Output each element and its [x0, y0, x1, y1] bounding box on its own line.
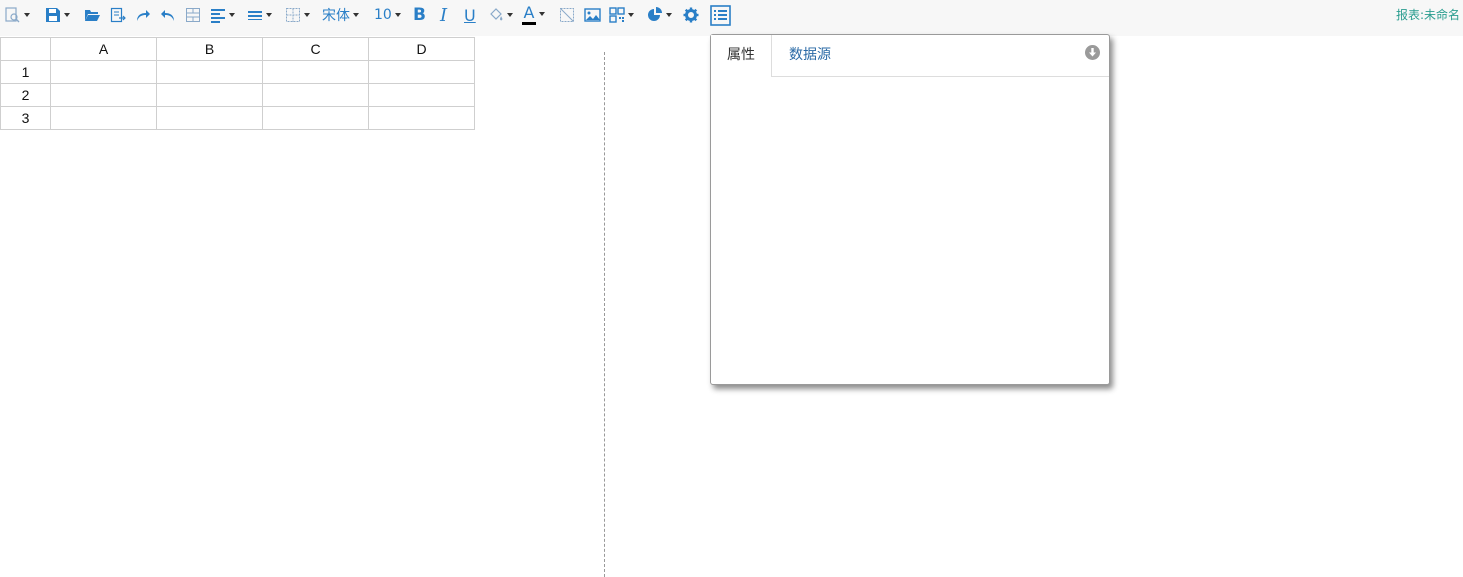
align-button[interactable] — [210, 4, 235, 26]
clear-format-icon — [560, 8, 574, 22]
row-header[interactable]: 2 — [0, 83, 51, 107]
corner-cell[interactable] — [0, 37, 51, 61]
bold-icon: B — [413, 5, 426, 25]
cell[interactable] — [262, 106, 369, 130]
valign-icon — [248, 11, 262, 20]
font-color-swatch — [522, 21, 536, 25]
font-family-label: 宋体 — [322, 8, 350, 24]
italic-button[interactable]: I — [440, 4, 447, 26]
row-header[interactable]: 3 — [0, 106, 51, 130]
chart-icon — [648, 7, 662, 21]
cell[interactable] — [156, 106, 263, 130]
undo-icon — [161, 10, 174, 21]
italic-icon: I — [440, 4, 448, 26]
fill-color-button[interactable] — [488, 4, 513, 26]
column-header-a[interactable]: A — [50, 37, 157, 61]
chevron-down-icon — [64, 13, 70, 17]
cell[interactable] — [262, 83, 369, 107]
panel-tabs: 属性 数据源 — [711, 35, 1109, 77]
merge-cells-icon — [186, 8, 200, 22]
panel-body — [711, 77, 1109, 384]
undo-button[interactable] — [160, 4, 176, 26]
redo-icon — [137, 10, 150, 21]
font-color-icon: A — [523, 2, 535, 22]
qrcode-button[interactable] — [609, 4, 634, 26]
open-folder-icon — [85, 10, 100, 21]
column-header-b[interactable]: B — [156, 37, 263, 61]
settings-icon — [683, 7, 699, 23]
border-icon — [286, 8, 300, 22]
column-header-row: A B C D — [0, 37, 475, 61]
collapse-button[interactable] — [1085, 45, 1100, 60]
toolbar: 宋体 10 B I U A 报表:未命名 — [0, 0, 1463, 36]
page-break-divider — [604, 52, 605, 577]
cell[interactable] — [156, 83, 263, 107]
arrow-down-circle-icon — [1089, 48, 1096, 57]
border-button[interactable] — [285, 4, 310, 26]
chevron-down-icon — [507, 13, 513, 17]
column-header-c[interactable]: C — [262, 37, 369, 61]
cell[interactable] — [368, 60, 475, 84]
table-row: 3 — [0, 106, 475, 130]
cell[interactable] — [156, 60, 263, 84]
preview-icon — [5, 7, 20, 23]
font-family-dropdown[interactable]: 宋体 — [322, 4, 359, 26]
valign-button[interactable] — [247, 4, 272, 26]
settings-button[interactable] — [683, 4, 699, 26]
underline-button[interactable]: U — [464, 4, 476, 26]
chevron-down-icon — [24, 13, 30, 17]
image-icon — [584, 8, 601, 22]
chevron-down-icon — [394, 13, 401, 17]
chevron-down-icon — [628, 13, 634, 17]
export-icon — [110, 7, 126, 23]
cell[interactable] — [50, 60, 157, 84]
properties-panel: 属性 数据源 — [710, 34, 1110, 385]
table-row: 2 — [0, 83, 475, 107]
fill-color-icon — [490, 8, 503, 21]
chevron-down-icon — [353, 13, 359, 17]
tab-datasource[interactable]: 数据源 — [789, 35, 831, 76]
cell[interactable] — [368, 83, 475, 107]
list-panel-icon — [710, 4, 731, 26]
preview-button[interactable] — [5, 4, 30, 26]
cell[interactable] — [50, 106, 157, 130]
save-button[interactable] — [45, 4, 70, 26]
clear-format-button[interactable] — [559, 4, 575, 26]
open-button[interactable] — [84, 4, 101, 26]
chevron-down-icon — [539, 12, 545, 16]
row-header[interactable]: 1 — [0, 60, 51, 84]
report-name-label: 报表:未命名 — [1395, 8, 1460, 22]
tab-properties[interactable]: 属性 — [711, 35, 772, 77]
redo-button[interactable] — [135, 4, 151, 26]
chart-button[interactable] — [646, 4, 672, 26]
cell[interactable] — [262, 60, 369, 84]
font-color-button[interactable]: A — [522, 1, 545, 27]
font-size-label: 10 — [374, 7, 392, 23]
chevron-down-icon — [304, 13, 310, 17]
cell[interactable] — [50, 83, 157, 107]
list-panel-button[interactable] — [710, 4, 731, 26]
chevron-down-icon — [229, 13, 235, 17]
table-row: 1 — [0, 60, 475, 84]
cell[interactable] — [368, 106, 475, 130]
align-icon — [211, 9, 225, 23]
underline-icon: U — [464, 5, 476, 25]
chevron-down-icon — [666, 13, 672, 17]
spreadsheet-grid: A B C D 1 2 3 — [0, 37, 475, 130]
insert-image-button[interactable] — [584, 4, 601, 26]
font-size-dropdown[interactable]: 10 — [374, 4, 401, 26]
merge-cells-button[interactable] — [185, 4, 201, 26]
bold-button[interactable]: B — [413, 4, 426, 26]
column-header-d[interactable]: D — [368, 37, 475, 61]
export-button[interactable] — [110, 4, 126, 26]
save-icon — [46, 8, 60, 22]
chevron-down-icon — [266, 13, 272, 17]
qrcode-icon — [609, 7, 625, 23]
